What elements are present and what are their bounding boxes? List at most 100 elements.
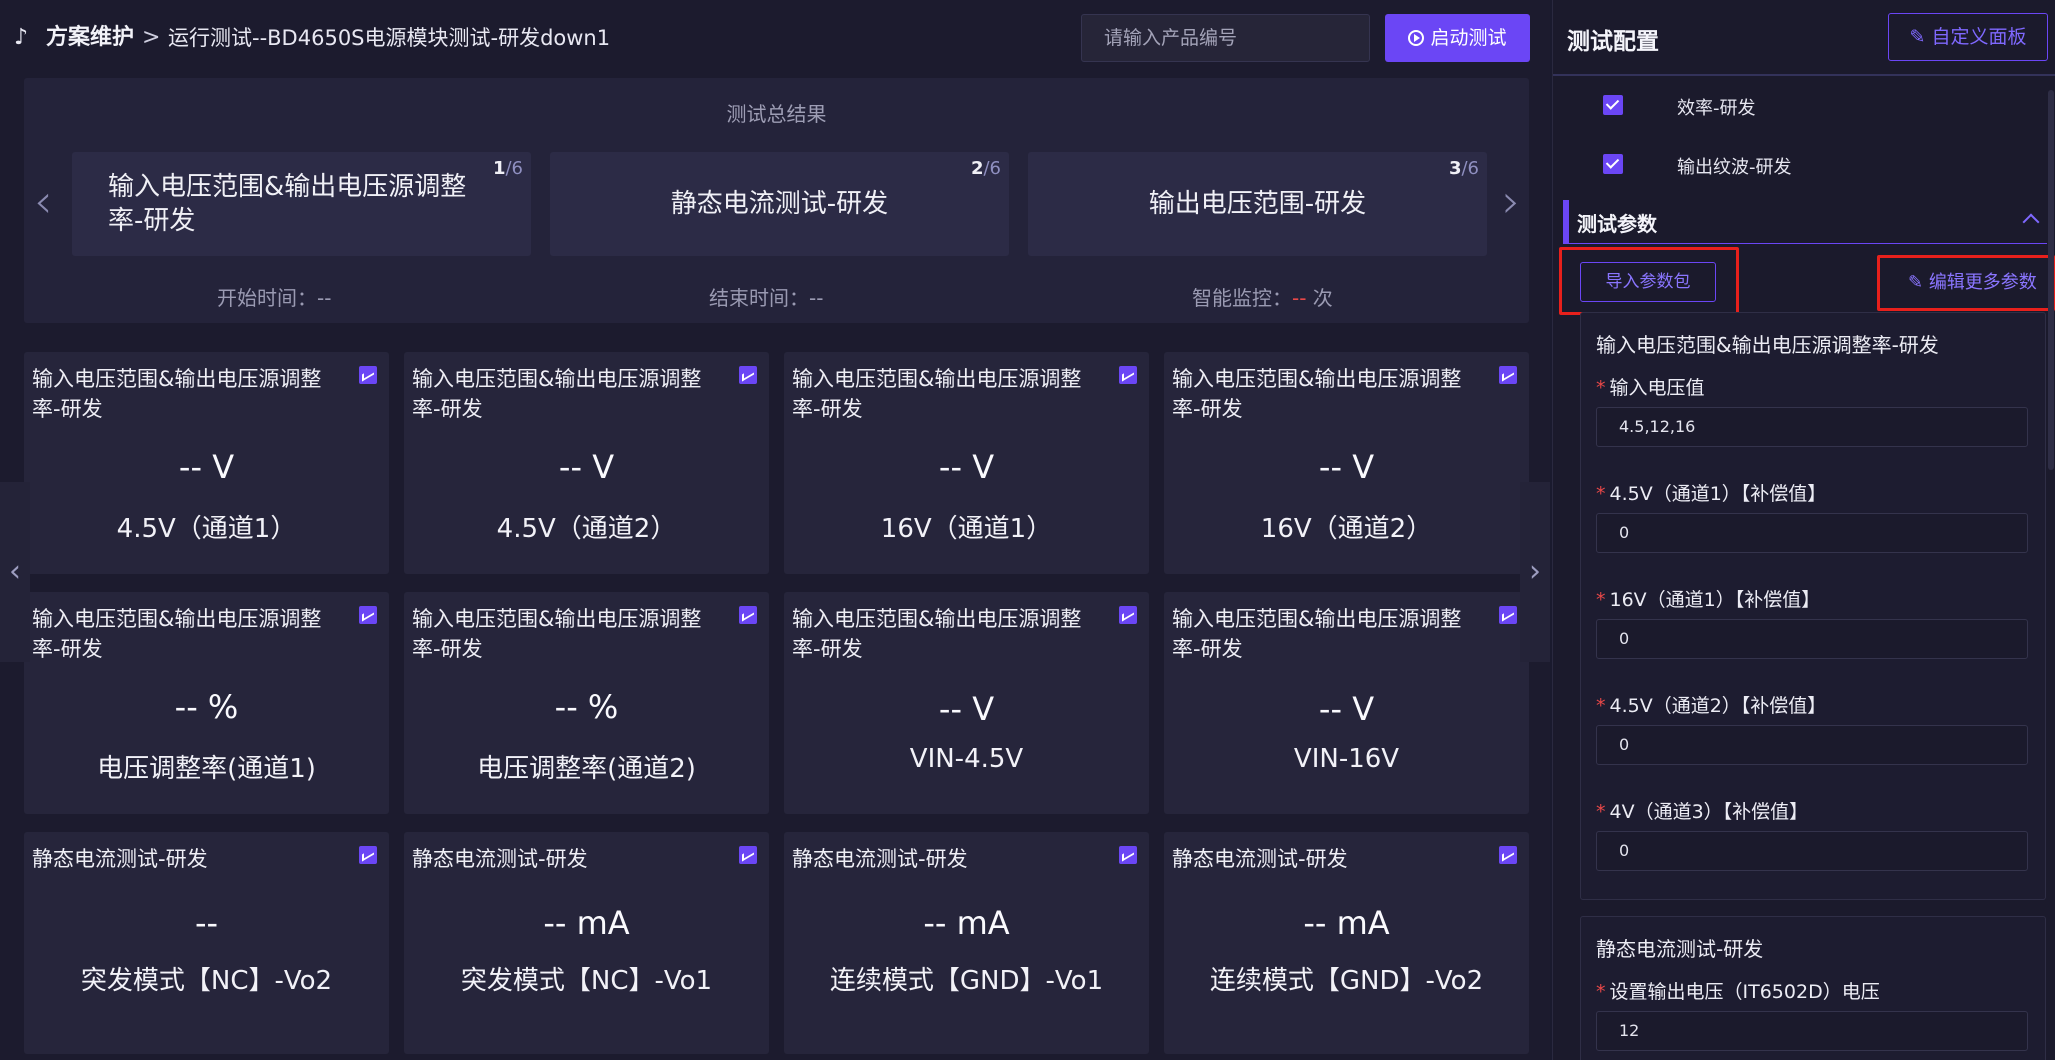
result-card-label: 16V（通道2） xyxy=(1260,514,1433,544)
result-card-title: 静态电流测试-研发 xyxy=(792,847,968,871)
result-card-title: 静态电流测试-研发 xyxy=(32,847,208,871)
prev-arrow-icon[interactable]: ‹ xyxy=(34,178,62,228)
result-card[interactable]: 输入电压范围&输出电压源调整率-研发 -- % 电压调整率(通道1) xyxy=(24,592,389,814)
compensation-field[interactable]: 0 xyxy=(1596,831,2028,871)
chart-icon[interactable] xyxy=(359,366,377,384)
chart-icon[interactable] xyxy=(359,846,377,864)
result-card-value: -- mA xyxy=(543,904,630,942)
param-group: 静态电流测试-研发 * 设置输出电压（IT6502D）电压 12 xyxy=(1580,916,2046,1060)
efficiency-checkbox[interactable] xyxy=(1603,95,1623,115)
result-card-value: -- V xyxy=(938,448,995,486)
result-card[interactable]: 静态电流测试-研发 -- mA 连续模式【GND】-Vo2 xyxy=(1164,832,1529,1054)
summary-card-index: 2/6 xyxy=(970,158,1001,179)
input-voltage-field[interactable]: 4.5,12,16 xyxy=(1596,407,2028,447)
result-card-title: 输入电压范围&输出电压源调整率-研发 xyxy=(412,607,702,661)
panel-divider xyxy=(1553,74,2055,76)
result-card-value: -- V xyxy=(558,448,615,486)
result-card[interactable]: 静态电流测试-研发 -- mA 突发模式【NC】-Vo1 xyxy=(404,832,769,1054)
summary-card-label: 输入电压范围&输出电压源调整率-研发 xyxy=(108,172,467,236)
result-card-value: -- mA xyxy=(1303,904,1390,942)
result-card[interactable]: 输入电压范围&输出电压源调整率-研发 -- V 16V（通道2） xyxy=(1164,352,1529,574)
result-card[interactable]: 输入电压范围&输出电压源调整率-研发 -- V 4.5V（通道1） xyxy=(24,352,389,574)
group-title: 输入电压范围&输出电压源调整率-研发 xyxy=(1596,333,1939,357)
result-card[interactable]: 输入电压范围&输出电压源调整率-研发 -- % 电压调整率(通道2) xyxy=(404,592,769,814)
chart-icon[interactable] xyxy=(1499,606,1517,624)
field-label: * 4V（通道3）【补偿值】 xyxy=(1596,801,1809,823)
cards-prev-arrow-icon[interactable]: ‹ xyxy=(0,482,30,662)
chart-icon[interactable] xyxy=(739,846,757,864)
result-card-label: 连续模式【GND】-Vo2 xyxy=(1209,966,1484,996)
chart-icon[interactable] xyxy=(1119,846,1137,864)
result-card-title: 输入电压范围&输出电压源调整率-研发 xyxy=(792,367,1082,421)
chart-icon[interactable] xyxy=(359,606,377,624)
summary-card[interactable]: 输出电压范围-研发 3/6 xyxy=(1028,152,1487,256)
summary-card[interactable]: 静态电流测试-研发 2/6 xyxy=(550,152,1009,256)
start-test-button[interactable]: 启动测试 xyxy=(1385,14,1530,62)
field-label: * 16V（通道1）【补偿值】 xyxy=(1596,589,1821,611)
result-card-title: 输入电压范围&输出电压源调整率-研发 xyxy=(32,607,322,661)
param-group: 输入电压范围&输出电压源调整率-研发 * 输入电压值 4.5,12,16 * 4.5… xyxy=(1580,312,2046,900)
chart-icon[interactable] xyxy=(739,606,757,624)
summary-card[interactable]: 输入电压范围&输出电压源调整率-研发 1/6 xyxy=(72,152,531,256)
test-params-section[interactable]: 测试参数 xyxy=(1563,200,2047,244)
start-test-label: 启动测试 xyxy=(1430,27,1507,49)
field-label: * 输入电压值 xyxy=(1596,377,1705,399)
result-card-title: 输入电压范围&输出电压源调整率-研发 xyxy=(792,607,1082,661)
highlight-box xyxy=(1877,255,2055,311)
summary-title: 测试总结果 xyxy=(726,102,827,126)
next-arrow-icon[interactable]: › xyxy=(1502,178,1530,228)
ripple-checkbox[interactable] xyxy=(1603,154,1623,174)
chevron-up-icon[interactable] xyxy=(2022,213,2040,231)
end-time: 结束时间：-- xyxy=(709,286,824,310)
product-number-input[interactable] xyxy=(1081,14,1370,62)
result-card-label: VIN-4.5V xyxy=(909,744,1024,774)
result-card-label: 电压调整率(通道2) xyxy=(477,754,696,784)
result-card[interactable]: 输入电压范围&输出电压源调整率-研发 -- V VIN-4.5V xyxy=(784,592,1149,814)
output-voltage-field[interactable]: 12 xyxy=(1596,1011,2028,1051)
panel-scrollbar[interactable] xyxy=(2048,90,2054,470)
chart-icon[interactable] xyxy=(1119,606,1137,624)
summary-card-label: 输出电压范围-研发 xyxy=(1148,189,1367,219)
custom-panel-button[interactable]: ✎ 自定义面板 xyxy=(1888,13,2048,61)
result-card-value: -- % xyxy=(554,688,619,726)
cards-next-arrow-icon[interactable]: › xyxy=(1520,482,1550,662)
chart-icon[interactable] xyxy=(739,366,757,384)
config-panel: 测试配置 ✎ 自定义面板 效率-研发 输出纹波-研发 测试参数 导入参数包 ✎ … xyxy=(1552,0,2055,1060)
summary-panel: 测试总结果 ‹ › 输入电压范围&输出电压源调整率-研发 1/6 静态电流测试-… xyxy=(24,78,1529,323)
breadcrumb-separator-icon: > xyxy=(142,25,161,50)
chart-icon[interactable] xyxy=(1499,366,1517,384)
panel-title: 测试配置 xyxy=(1567,29,1659,55)
top-bar: ♪ 方案维护 > 运行测试--BD4650S电源模块测试-研发down1 启动测… xyxy=(0,0,1550,76)
result-card-title: 静态电流测试-研发 xyxy=(1172,847,1348,871)
result-card-label: 突发模式【NC】-Vo2 xyxy=(80,966,333,996)
result-card[interactable]: 输入电压范围&输出电压源调整率-研发 -- V 4.5V（通道2） xyxy=(404,352,769,574)
summary-card-index: 1/6 xyxy=(492,158,523,179)
play-circle-icon xyxy=(1408,30,1425,46)
result-card-value: -- V xyxy=(1318,448,1375,486)
chart-icon[interactable] xyxy=(1499,846,1517,864)
result-card[interactable]: 输入电压范围&输出电压源调整率-研发 -- V VIN-16V xyxy=(1164,592,1529,814)
compensation-field[interactable]: 0 xyxy=(1596,619,2028,659)
group-title: 静态电流测试-研发 xyxy=(1596,937,1764,961)
result-card[interactable]: 输入电压范围&输出电压源调整率-研发 -- V 16V（通道1） xyxy=(784,352,1149,574)
result-card-value: -- V xyxy=(178,448,235,486)
result-card-label: 电压调整率(通道1) xyxy=(97,754,316,784)
breadcrumb-current: 运行测试--BD4650S电源模块测试-研发down1 xyxy=(168,26,611,50)
compensation-field[interactable]: 0 xyxy=(1596,725,2028,765)
field-label: * 4.5V（通道2）【补偿值】 xyxy=(1596,695,1827,717)
result-card-label: 4.5V（通道2） xyxy=(496,514,677,544)
result-card-title: 输入电压范围&输出电压源调整率-研发 xyxy=(412,367,702,421)
result-card[interactable]: 静态电流测试-研发 -- mA 连续模式【GND】-Vo1 xyxy=(784,832,1149,1054)
field-label: * 设置输出电压（IT6502D）电压 xyxy=(1596,981,1880,1003)
compensation-field[interactable]: 0 xyxy=(1596,513,2028,553)
highlight-box xyxy=(1559,247,1739,315)
result-card-title: 输入电压范围&输出电压源调整率-研发 xyxy=(32,367,322,421)
result-card-value: -- V xyxy=(938,690,995,728)
result-card-title: 输入电压范围&输出电压源调整率-研发 xyxy=(1172,367,1462,421)
summary-card-label: 静态电流测试-研发 xyxy=(670,189,889,219)
result-card[interactable]: 静态电流测试-研发 -- 突发模式【NC】-Vo2 xyxy=(24,832,389,1054)
chart-icon[interactable] xyxy=(1119,366,1137,384)
breadcrumb-root[interactable]: 方案维护 xyxy=(46,22,134,54)
result-card-value: -- xyxy=(194,904,219,942)
monitor-count: -- xyxy=(1292,286,1307,310)
